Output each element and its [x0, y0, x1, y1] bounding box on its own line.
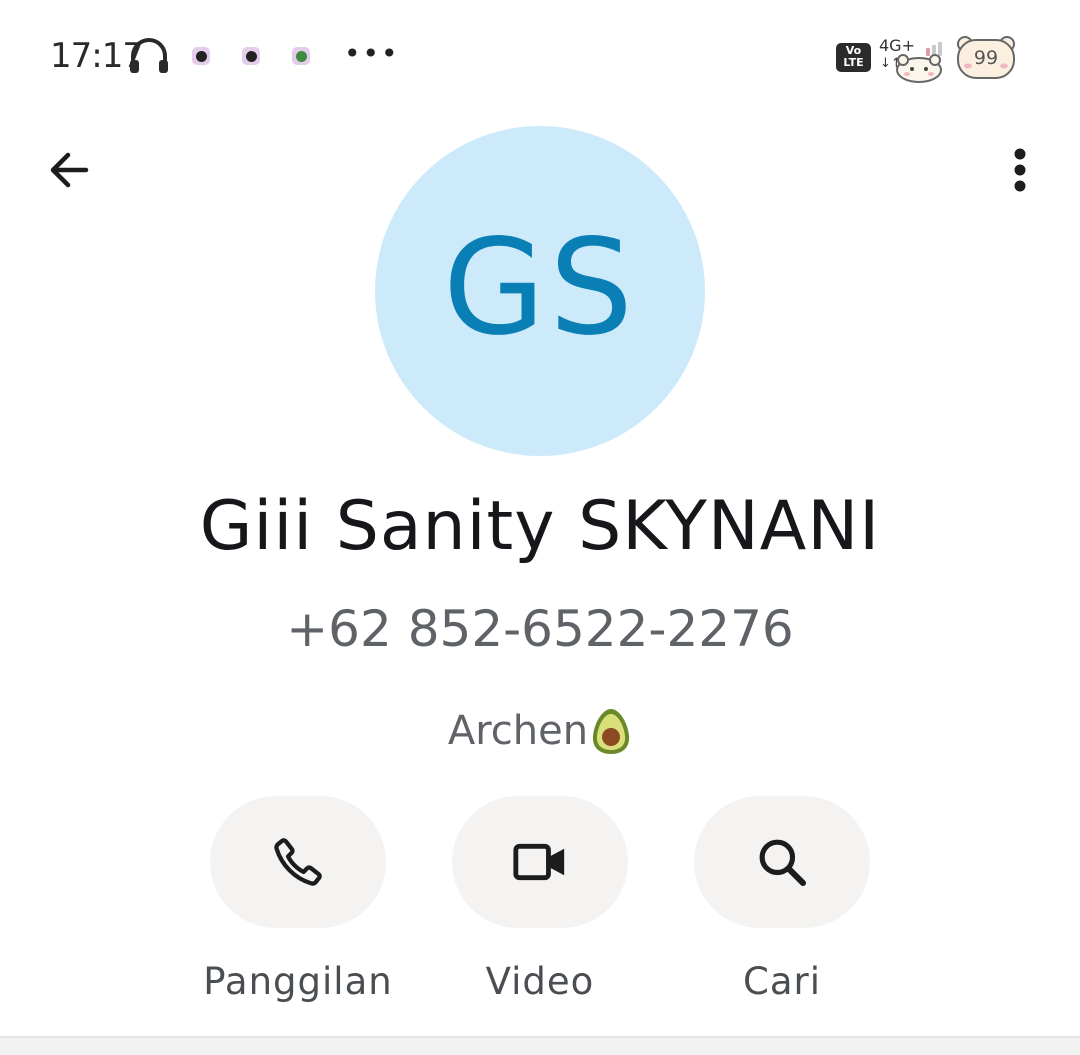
- contact-organization: Archen: [0, 706, 1080, 756]
- more-vert-icon: [1014, 148, 1026, 192]
- headset-icon: [130, 38, 168, 73]
- more-notifications-icon: •••: [344, 37, 400, 70]
- search-label: Cari: [743, 960, 821, 1003]
- phone-icon: [274, 838, 322, 886]
- more-options-button[interactable]: [990, 140, 1050, 200]
- call-label: Panggilan: [203, 960, 393, 1003]
- back-button[interactable]: [38, 140, 98, 200]
- tiktok-icon: [242, 47, 260, 65]
- contact-phone: +62 852-6522-2276: [286, 600, 794, 658]
- search-icon: [759, 839, 807, 887]
- section-divider: [0, 1036, 1080, 1055]
- signal-bear-icon: [896, 42, 942, 83]
- organization-label: Archen: [447, 708, 589, 754]
- contact-name: Giii Sanity SKYNANI: [199, 487, 881, 566]
- volte-line2: LTE: [843, 56, 864, 69]
- x-app-icon: [192, 47, 210, 65]
- video-call-button[interactable]: [452, 796, 628, 928]
- avatar-initials: GS: [442, 211, 638, 365]
- avocado-icon: [593, 709, 630, 754]
- video-label: Video: [485, 960, 595, 1003]
- avatar[interactable]: GS: [375, 126, 705, 456]
- battery-level: 99: [973, 47, 999, 69]
- volte-icon: Vo LTE: [836, 43, 871, 72]
- arrow-back-icon: [50, 152, 89, 188]
- search-button[interactable]: [694, 796, 870, 928]
- video-camera-icon: [513, 843, 565, 881]
- call-button[interactable]: [210, 796, 386, 928]
- game-app-icon: [292, 47, 310, 65]
- contact-detail-screen: 17:17 ••• Vo LTE 4G+ ↓↑ 99 GS Giii Sanit…: [0, 0, 1080, 1055]
